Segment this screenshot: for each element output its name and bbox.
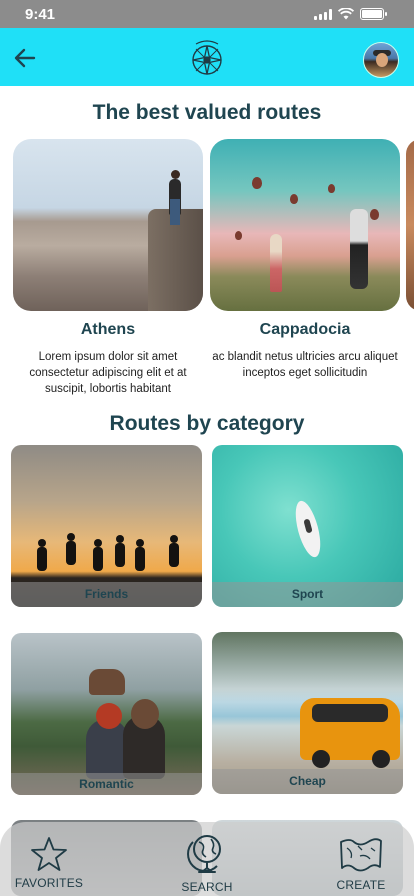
signal-icon: [314, 8, 332, 20]
category-card-friends[interactable]: Friends: [11, 445, 202, 607]
route-image[interactable]: [210, 139, 400, 311]
category-card-romantic[interactable]: Romantic: [11, 633, 202, 795]
status-icons: [314, 8, 387, 20]
app-header: [0, 28, 414, 86]
nav-label: CREATE: [336, 878, 386, 892]
category-label: Sport: [212, 582, 403, 607]
status-bar: 9:41: [0, 0, 414, 28]
best-routes-title: The best valued routes: [92, 101, 322, 124]
compass-logo-icon[interactable]: [186, 38, 228, 80]
nav-create[interactable]: CREATE: [316, 836, 406, 892]
category-label: Friends: [11, 582, 202, 607]
route-image[interactable]: [406, 139, 414, 311]
route-card-partial[interactable]: [406, 139, 414, 311]
route-description: ac blandit netus ultricies arcu aliquet …: [212, 351, 398, 379]
status-time: 9:41: [25, 6, 56, 23]
arrow-left-icon[interactable]: [12, 45, 38, 71]
wifi-icon: [338, 8, 354, 20]
nav-label: FAVORITES: [14, 876, 84, 890]
category-card-sport[interactable]: Sport: [212, 445, 403, 607]
route-image[interactable]: [13, 139, 203, 311]
bottom-navigation: FAVORITES SEARCH CREATE: [0, 822, 414, 896]
route-card-athens[interactable]: Athens Lorem ipsum dolor sit amet consec…: [13, 139, 203, 397]
category-label: Cheap: [212, 769, 403, 794]
route-name: Athens: [80, 321, 136, 338]
nav-label: SEARCH: [181, 880, 233, 894]
avatar[interactable]: [363, 42, 399, 78]
category-card-cheap[interactable]: Cheap: [212, 632, 403, 794]
route-card-cappadocia[interactable]: Cappadocia ac blandit netus ultricies ar…: [210, 139, 400, 381]
category-label: Romantic: [11, 773, 202, 795]
globe-icon: [187, 835, 221, 873]
nav-search[interactable]: SEARCH: [162, 832, 252, 894]
map-icon: [340, 838, 382, 872]
battery-icon: [360, 8, 387, 20]
route-description: Lorem ipsum dolor sit amet consectetur a…: [29, 351, 187, 395]
categories-title: Routes by category: [109, 412, 305, 435]
nav-favorites[interactable]: FAVORITES: [4, 836, 94, 890]
route-name: Cappadocia: [259, 321, 351, 338]
star-icon: [31, 837, 67, 871]
